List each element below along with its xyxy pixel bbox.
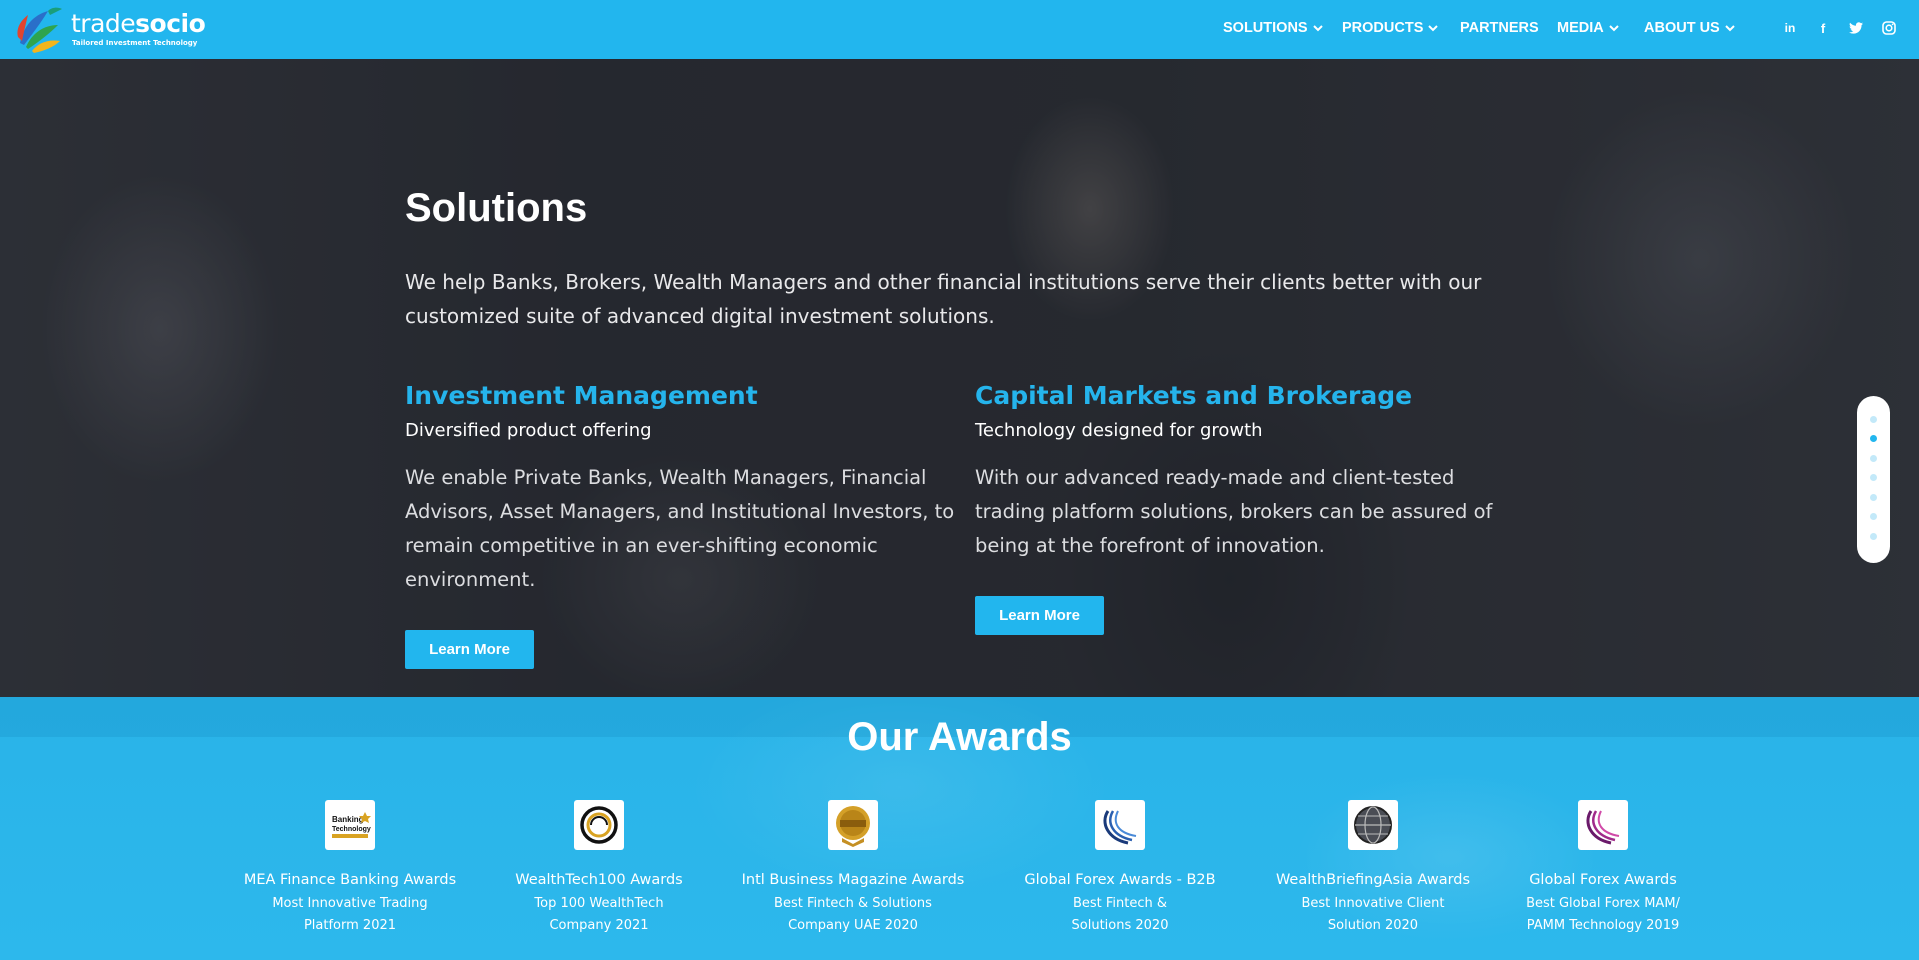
chevron-down-icon [1725,25,1735,32]
capital-markets-learn-more-button[interactable]: Learn More [975,596,1104,635]
chevron-down-icon [1312,25,1323,32]
solutions-intro: We help Banks, Brokers, Wealth Managers … [405,270,1482,328]
chevron-down-icon [1428,25,1439,32]
brand-tagline: Tailored Investment Technology [72,39,198,47]
award-description: Most Innovative Trading Platform 2021 [220,893,480,937]
award-desc-line: Solution 2020 [1327,918,1419,933]
solutions-section: Solutions We help Banks, Brokers, Wealth… [0,59,1919,697]
investment-learn-more-button[interactable]: Learn More [405,630,534,669]
brand-name: tradesocio [71,9,206,38]
award-desc-line: Company UAE 2020 [788,918,918,933]
award-description: Best Global Forex MAM/PAMM Technology 20… [1473,893,1733,937]
award-desc-line: Solutions 2020 [1071,918,1169,933]
award-description: Best Fintech & Solutions 2020 [990,893,1250,937]
intl-business-magazine-award-logo [828,800,878,850]
nav-partners[interactable]: PARTNERS [1460,20,1539,36]
capital-markets-body: With our advanced ready-made and client-… [975,466,1493,557]
top-navbar: tradesocio Tailored Investment Technolog… [0,0,1919,59]
wealthbriefingasia-award-logo [1348,800,1398,850]
section-dot[interactable] [1870,455,1877,462]
capital-markets-heading: Capital Markets and Brokerage [975,381,1413,410]
section-dot[interactable] [1870,474,1877,481]
investment-management-body: We enable Private Banks, Wealth Managers… [405,466,955,591]
award-item: Global Forex Awards Best Global Forex MA… [1473,800,1733,937]
section-dot[interactable] [1870,513,1877,520]
section-dot[interactable] [1870,494,1877,501]
wealthtech100-award-logo [574,800,624,850]
globe-badge-icon [1354,806,1392,844]
section-dot[interactable] [1870,533,1877,540]
award-desc-line: Best Innovative Client [1301,896,1445,911]
award-item: WealthBriefingAsia Awards Best Innovativ… [1243,800,1503,937]
nav-about-us[interactable]: ABOUT US [1644,20,1735,36]
award-desc-line: Top 100 WealthTech [534,896,664,911]
award-name: WealthBriefingAsia Awards [1275,872,1471,888]
award-name: Intl Business Magazine Awards [741,872,965,888]
capital-markets-column: Capital Markets and Brokerage Technology… [975,381,1495,563]
award-desc-line: Most Innovative Trading [272,896,428,911]
banking-technology-badge-icon: Banking Technology [329,810,371,840]
nav-label: ABOUT US [1644,20,1720,36]
nav-label: PARTNERS [1460,20,1539,36]
award-item: Intl Business Magazine Awards Best Finte… [723,800,983,937]
award-desc-line: Best Fintech & [1072,896,1168,911]
chevron-down-icon [1609,25,1619,32]
award-description: Best Fintech & Solutions Company UAE 2020 [723,893,983,937]
section-dot[interactable] [1870,416,1877,423]
award-item: Global Forex Awards - B2B Best Fintech &… [990,800,1250,937]
nav-products[interactable]: PRODUCTS [1342,20,1439,36]
global-forex-purple-swoosh-icon [1586,810,1620,845]
awards-title: Our Awards [847,715,1072,759]
awards-section: Our Awards Banking Technology MEA Financ… [0,697,1919,960]
award-name: Global Forex Awards - B2B [1024,872,1216,888]
award-description: Top 100 WealthTech Company 2021 [469,893,729,937]
award-name: Global Forex Awards [1529,872,1677,888]
twitter-icon[interactable] [1848,20,1864,36]
award-desc-line: Best Global Forex MAM/ [1526,896,1680,911]
gold-medal-badge-icon [836,806,870,847]
linkedin-icon[interactable]: in [1782,20,1798,36]
solutions-title: Solutions [405,186,588,230]
wealthtech-badge-icon [580,806,618,844]
mea-finance-award-logo: Banking Technology [325,800,375,850]
twitter-bird-glyph [1849,22,1863,34]
award-name: WealthTech100 Awards [515,872,683,888]
award-desc-line: Platform 2021 [303,918,397,933]
award-item: WealthTech100 Awards Top 100 WealthTech C… [469,800,729,937]
svg-text:Banking: Banking [332,815,364,824]
investment-management-column: Investment Management Diversified produc… [405,381,965,597]
section-nav-dots [1857,396,1890,563]
award-description: Best Innovative Client Solution 2020 [1243,893,1503,937]
nav-media[interactable]: MEDIA [1557,20,1619,36]
nav-label: PRODUCTS [1342,20,1424,36]
instagram-icon[interactable] [1881,20,1897,36]
global-forex-award-logo [1578,800,1628,850]
investment-management-heading: Investment Management [405,381,758,410]
award-desc-line: Company 2021 [549,918,649,933]
facebook-icon[interactable]: f [1815,20,1831,36]
svg-text:Technology: Technology [332,826,371,833]
section-dot-active[interactable] [1870,435,1877,442]
award-name: MEA Finance Banking Awards [243,872,457,888]
award-desc-line: PAMM Technology 2019 [1526,918,1680,933]
global-forex-swoosh-icon [1103,810,1137,845]
nav-solutions[interactable]: SOLUTIONS [1223,20,1323,36]
award-item: Banking Technology MEA Finance Banking A… [220,800,480,937]
brand-logo-link[interactable]: tradesocio Tailored Investment Technolog… [14,3,206,55]
instagram-glyph [1882,21,1896,35]
investment-management-subheading: Diversified product offering [405,420,652,441]
tradesocio-logo-icon [17,7,62,53]
nav-label: MEDIA [1557,20,1604,36]
capital-markets-subheading: Technology designed for growth [975,420,1263,441]
award-desc-line: Best Fintech & Solutions [774,896,932,911]
nav-label: SOLUTIONS [1223,20,1308,36]
global-forex-b2b-award-logo [1095,800,1145,850]
